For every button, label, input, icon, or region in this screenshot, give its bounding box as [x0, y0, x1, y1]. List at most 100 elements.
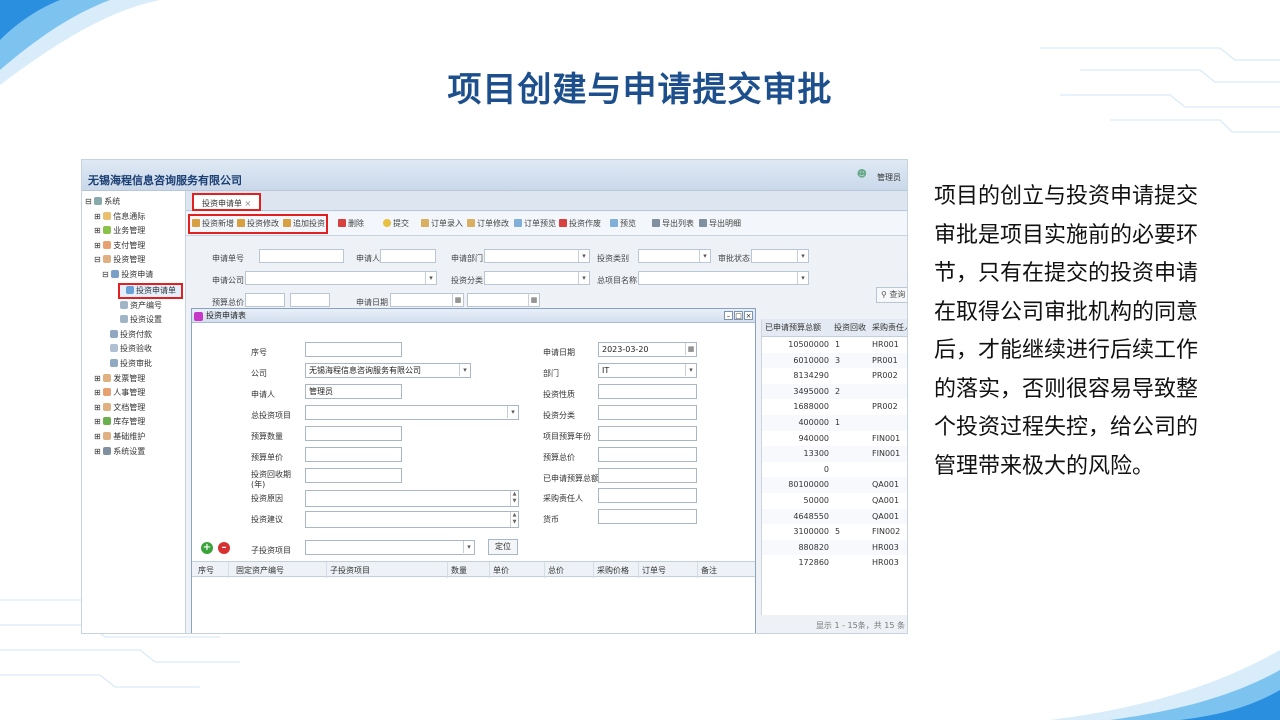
minimize-icon[interactable]: – [724, 311, 733, 320]
sidebar-item-invest-settings[interactable]: 投资设置 [82, 313, 185, 328]
order-edit-button[interactable]: 订单修改 [467, 217, 509, 231]
filter-category-select[interactable]: ▾ [484, 271, 590, 285]
currency-input[interactable] [598, 509, 697, 524]
append-invest-button[interactable]: 追加投资 [283, 217, 325, 231]
calendar-icon[interactable]: ▦ [452, 294, 463, 306]
order-preview-button[interactable]: 订单预览 [514, 217, 556, 231]
close-icon[interactable]: × [744, 311, 753, 320]
budget-year-input[interactable] [598, 426, 697, 441]
filter-date-to[interactable]: ▦ [467, 293, 540, 307]
sidebar-item-hr[interactable]: ⊞ 人事管理 [82, 386, 185, 401]
stock-icon [103, 417, 112, 426]
table-cell: PR001 [872, 355, 898, 365]
close-icon[interactable]: × [245, 199, 252, 208]
nature-input[interactable] [598, 384, 697, 399]
table-row[interactable]: 13300 FIN001 [762, 446, 907, 462]
filter-label-date: 申请日期 [356, 298, 388, 307]
sub-project-select[interactable]: ▾ [305, 540, 475, 555]
applied-total-input[interactable] [598, 468, 697, 483]
filter-status-select[interactable]: ▾ [751, 249, 809, 263]
search-button[interactable]: ⚲ 查询 [876, 287, 907, 303]
sidebar-item-base[interactable]: ⊞ 基础维护 [82, 430, 185, 445]
preview-button[interactable]: 预览 [610, 217, 636, 231]
budget-total-input[interactable] [598, 447, 697, 462]
table-row[interactable]: 3495000 2 [762, 383, 907, 400]
filter-label-type: 投资类别 [597, 254, 629, 263]
apply-date-input[interactable]: 2023-03-20 ▦ [598, 342, 697, 357]
sidebar-item-system[interactable]: ⊟ 系统 [82, 195, 185, 210]
table-row[interactable]: 50000 QA001 [762, 493, 907, 509]
hr-icon [103, 388, 112, 397]
sidebar-item-asset-no[interactable]: 资产编号 [82, 299, 185, 314]
table-row[interactable]: 400000 1 [762, 414, 907, 431]
add-row-icon[interactable]: + [201, 542, 213, 554]
budget-qty-input[interactable] [305, 426, 402, 441]
seq-input[interactable] [305, 342, 402, 357]
table-row[interactable]: 6010000 3 PR001 [762, 352, 907, 369]
export-list-button[interactable]: 导出列表 [652, 217, 694, 231]
table-row[interactable]: 10500000 1 HR001 [762, 337, 907, 353]
sidebar-item-invest-apply[interactable]: ⊟ 投资申请 [82, 268, 185, 283]
reason-textarea[interactable]: ▲ ▼ [305, 490, 519, 507]
filter-date-from[interactable]: ▦ [390, 293, 464, 307]
tab-invest-apply-form[interactable]: 投资申请单 × [192, 193, 262, 211]
table-row[interactable]: 8134290 PR002 [762, 368, 907, 384]
filter-applicant-input[interactable] [380, 249, 436, 263]
sidebar-item-sys-settings[interactable]: ⊞ 系统设置 [82, 445, 185, 460]
project-select[interactable]: ▾ [305, 405, 519, 420]
sidebar-item-info[interactable]: ⊞ 信息通际 [82, 210, 185, 225]
submit-button[interactable]: 提交 [383, 217, 409, 231]
user-name[interactable]: 管理员 [877, 172, 901, 183]
spinner-icon[interactable]: ▲ ▼ [510, 491, 518, 506]
sidebar-item-invoice[interactable]: ⊞ 发票管理 [82, 372, 185, 387]
app-screenshot: 无锡海程信息咨询服务有限公司 ☻ 管理员 ⊟ 系统 ⊞ 信息通际 ⊞ 业务管理 … [81, 159, 908, 634]
table-row[interactable]: 3100000 5 FIN002 [762, 524, 907, 540]
filter-budget-max[interactable] [290, 293, 330, 307]
table-row[interactable]: 4648550 QA001 [762, 508, 907, 525]
calendar-icon[interactable]: ▦ [528, 294, 539, 306]
advice-textarea[interactable]: ▲ ▼ [305, 511, 519, 528]
table-row[interactable]: 1688000 PR002 [762, 399, 907, 415]
maximize-icon[interactable]: □ [734, 311, 743, 320]
sidebar-item-invest-check[interactable]: 投资验收 [82, 342, 185, 357]
sidebar-item-invest[interactable]: ⊟ 投资管理 [82, 253, 185, 268]
company-select[interactable]: 无锡海程信息咨询服务有限公司 ▾ [305, 363, 471, 378]
applicant-input[interactable]: 管理员 [305, 384, 402, 399]
remove-row-icon[interactable]: – [218, 542, 230, 554]
add-invest-button[interactable]: 投资新增 [192, 217, 234, 231]
filter-company-select[interactable]: ▾ [245, 271, 437, 285]
locate-button[interactable]: 定位 [488, 539, 518, 555]
delete-button[interactable]: 删除 [338, 217, 364, 231]
filter-budget-min[interactable] [245, 293, 285, 307]
order-entry-button[interactable]: 订单录入 [421, 217, 463, 231]
budget-price-input[interactable] [305, 447, 402, 462]
table-row[interactable]: 172860 HR003 [762, 555, 907, 571]
filter-project-select[interactable]: ▾ [638, 271, 809, 285]
table-row[interactable]: 880820 HR003 [762, 539, 907, 556]
filter-label-status: 审批状态 [718, 254, 750, 263]
category-input[interactable] [598, 405, 697, 420]
edit-invest-button[interactable]: 投资修改 [237, 217, 279, 231]
sidebar-item-invest-apply-form[interactable]: 投资申请单 [118, 282, 183, 299]
sidebar-item-doc[interactable]: ⊞ 文档管理 [82, 401, 185, 416]
invest-void-button[interactable]: 投资作废 [559, 217, 601, 231]
sidebar-item-invest-pay[interactable]: 投资付款 [82, 328, 185, 343]
dept-select[interactable]: IT ▾ [598, 363, 697, 378]
buyer-input[interactable] [598, 488, 697, 503]
filter-dept-select[interactable]: ▾ [484, 249, 590, 263]
filter-type-select[interactable]: ▾ [638, 249, 711, 263]
calendar-icon[interactable]: ▦ [685, 343, 696, 355]
label-dept: 部门 [543, 369, 559, 378]
sidebar-item-payment[interactable]: ⊞ 支付管理 [82, 239, 185, 254]
table-row[interactable]: 0 [762, 462, 907, 478]
filter-apply-no-input[interactable] [259, 249, 344, 263]
table-row[interactable]: 940000 FIN001 [762, 431, 907, 447]
sidebar-item-business[interactable]: ⊞ 业务管理 [82, 224, 185, 239]
sidebar-item-invest-approve[interactable]: 投资审批 [82, 357, 185, 372]
spinner-icon[interactable]: ▲ ▼ [510, 512, 518, 527]
export-detail-button[interactable]: 导出明细 [699, 217, 741, 231]
filter-label-budget: 预算总价 [212, 298, 244, 307]
payback-input[interactable] [305, 468, 402, 483]
table-row[interactable]: 80100000 QA001 [762, 477, 907, 493]
sidebar-item-stock[interactable]: ⊞ 库存管理 [82, 415, 185, 430]
